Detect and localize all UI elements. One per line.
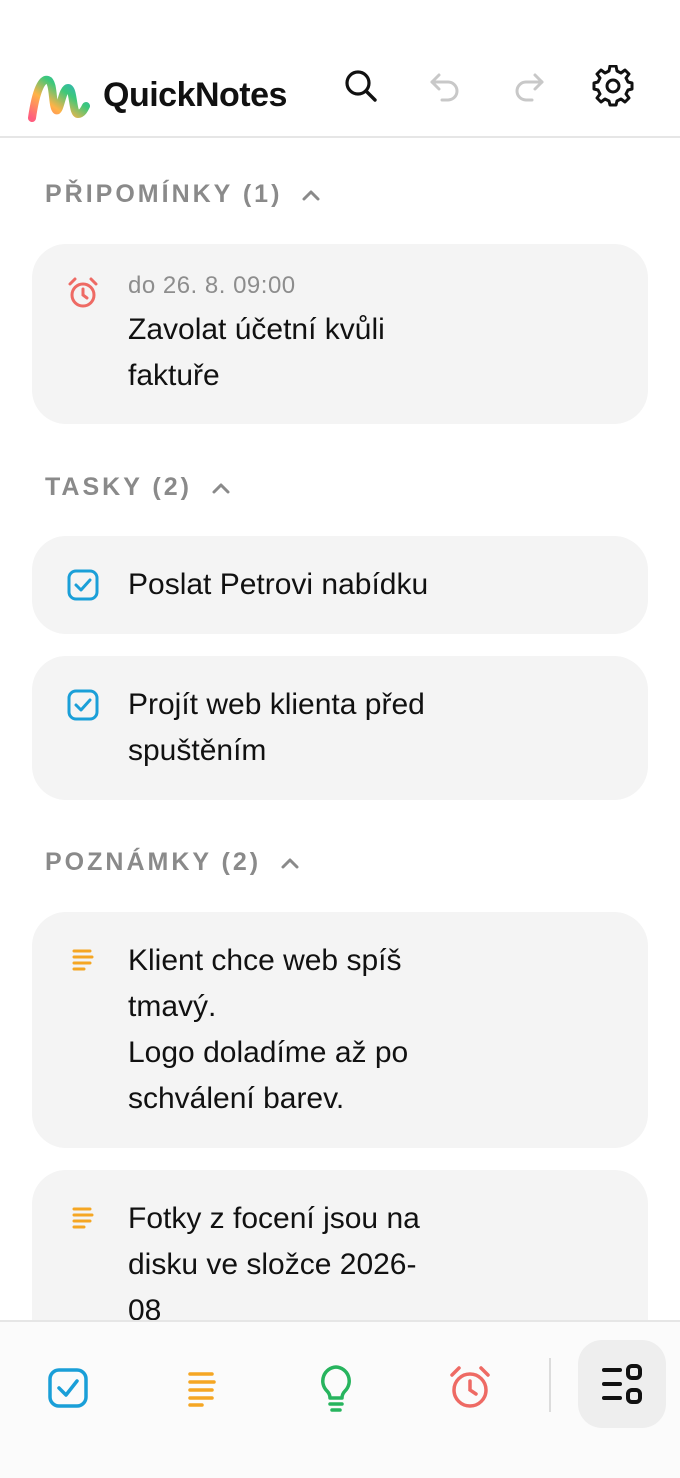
alarm-clock-icon	[66, 276, 100, 310]
redo-button[interactable]	[505, 62, 553, 110]
app-logo	[28, 75, 90, 122]
task-text: Poslat Petrovi nabídku	[128, 568, 429, 601]
task-card[interactable]: Projít web klienta před spuštěním	[32, 656, 648, 800]
idea-bulb-icon	[321, 1365, 351, 1412]
task-card[interactable]: Poslat Petrovi nabídku	[32, 536, 648, 634]
section-header-reminders[interactable]: PŘIPOMÍNKY (1)	[45, 180, 322, 209]
task-checkbox-icon	[48, 1368, 88, 1408]
app-title: QuickNotes	[103, 76, 287, 114]
checkbox-icon[interactable]	[66, 568, 100, 602]
settings-button[interactable]	[589, 62, 637, 110]
section-title: PŘIPOMÍNKY (1)	[45, 180, 283, 208]
note-text: Fotky z focení jsou na disku ve složce 2…	[128, 1202, 420, 1320]
undo-icon	[430, 73, 459, 102]
new-reminder-button[interactable]	[444, 1362, 496, 1414]
chevron-up-icon	[300, 184, 322, 206]
alarm-clock-icon	[450, 1366, 490, 1408]
note-lines-icon	[66, 1202, 100, 1236]
search-button[interactable]	[337, 62, 385, 110]
section-title: TASKY (2)	[45, 473, 192, 501]
app-header: QuickNotes	[0, 0, 680, 138]
chevron-up-icon	[210, 477, 232, 499]
menu-button[interactable]	[578, 1340, 666, 1428]
note-lines-icon	[66, 944, 100, 978]
gear-icon	[592, 65, 634, 107]
section-title: POZNÁMKY (2)	[45, 848, 262, 876]
reminder-due: do 26. 8. 09:00	[128, 272, 296, 299]
chevron-up-icon	[279, 852, 301, 874]
task-text: Projít web klienta před spuštěním	[128, 688, 425, 767]
toolbar-divider	[549, 1358, 551, 1412]
new-note-button[interactable]	[176, 1362, 228, 1414]
note-lines-icon	[188, 1372, 216, 1407]
note-card[interactable]: Klient chce web spíš tmavý. Logo doladím…	[32, 912, 648, 1148]
note-text: Klient chce web spíš tmavý. Logo doladím…	[128, 944, 409, 1115]
redo-icon	[515, 73, 544, 102]
reminder-card[interactable]: do 26. 8. 09:00 Zavolat účetní kvůli fak…	[32, 244, 648, 424]
reminder-text: Zavolat účetní kvůli faktuře	[128, 313, 385, 392]
section-header-notes[interactable]: POZNÁMKY (2)	[45, 848, 301, 877]
checkbox-icon[interactable]	[66, 688, 100, 722]
undo-button[interactable]	[421, 62, 469, 110]
section-header-tasks[interactable]: TASKY (2)	[45, 473, 232, 502]
new-task-button[interactable]	[42, 1362, 94, 1414]
bottom-toolbar	[0, 1320, 680, 1478]
new-idea-button[interactable]	[310, 1362, 362, 1414]
note-card[interactable]: Fotky z focení jsou na disku ve složce 2…	[32, 1170, 648, 1320]
search-icon	[345, 70, 377, 102]
menu-grid-icon	[602, 1364, 642, 1404]
notes-list: PŘIPOMÍNKY (1) do 26. 8. 09:00 Zavolat ú…	[0, 140, 680, 1320]
